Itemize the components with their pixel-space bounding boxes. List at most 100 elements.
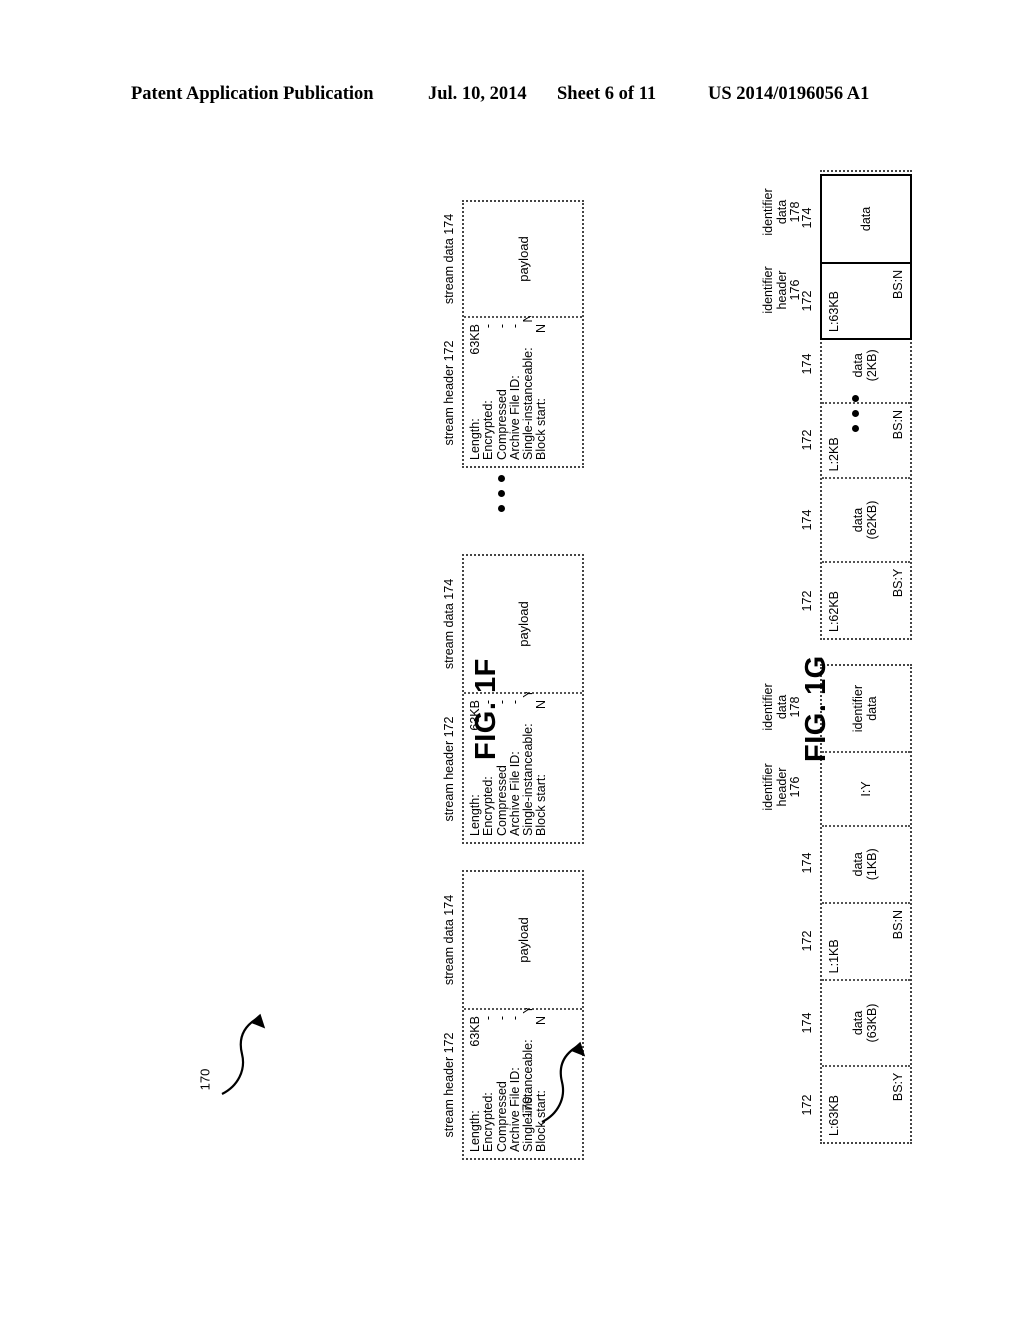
data-size-label: (1KB)	[865, 848, 879, 881]
field-name-single-inst: Single-instanceable:	[521, 347, 535, 460]
stream-data-cell: data (63KB)	[822, 979, 910, 1065]
payload-label: payload	[515, 917, 531, 963]
stream-data-cell: data	[822, 176, 910, 262]
field-name-archive-id: Archive File ID:	[507, 375, 522, 460]
payload-label: payload	[515, 236, 531, 282]
stream-header-cell: L:63KB BS:Y	[822, 1064, 910, 1142]
header-blockstart-label: BS:Y	[891, 568, 905, 598]
field-value-compressed: -	[494, 324, 509, 329]
identifier-data-caption-l1: identifier	[761, 683, 775, 731]
field-value-length: 63KB	[468, 324, 482, 355]
header-length-label: L:63KB	[827, 1094, 841, 1136]
page-header: Patent Application Publication Jul. 10, …	[0, 84, 1024, 114]
identifier-data-label-2: data	[865, 696, 879, 721]
header-length-label: L:1KB	[827, 939, 841, 974]
patent-number: US 2014/0196056 A1	[708, 84, 870, 104]
identifier-header-cell: I:Y	[822, 751, 910, 825]
ref-174: 174	[800, 207, 814, 229]
field-name-encrypted: Encrypted:	[481, 776, 496, 836]
field-name-compressed: Compressed	[494, 389, 509, 460]
data-size-label: (62KB)	[865, 500, 879, 540]
caption-stream-header-2: stream header 172	[442, 716, 456, 822]
header-length-label: L:63KB	[827, 290, 841, 332]
field-name-block-start: Block start:	[534, 398, 549, 460]
stream-group-left: L:63KB BS:Y data (63KB) L:1KB BS:N data …	[820, 664, 912, 1144]
caption-stream-data-n: stream data 174	[442, 213, 456, 305]
ellipsis-dots	[852, 395, 859, 432]
data-label: data	[851, 1010, 866, 1036]
field-name-block-start: Block start:	[534, 774, 549, 836]
stream-header-fields: Length: 63KB Encrypted: - Compressed - Arch…	[464, 313, 582, 466]
field-value-compressed: -	[494, 1016, 509, 1021]
stream-header-cell: Length: 63KB Encrypted: - Compressed - Arch…	[464, 313, 582, 466]
field-value-archive-id: -	[507, 324, 522, 329]
stream-header-cell: L:62KB BS:Y	[822, 560, 910, 638]
ref-172: 172	[800, 930, 814, 952]
field-value-block-start: N	[534, 700, 549, 710]
figure-1f-reference-number: 170	[197, 1068, 213, 1091]
field-name-length: Length:	[468, 1110, 482, 1152]
header-length-label: L:62KB	[827, 590, 841, 632]
ref-172: 172	[800, 290, 814, 312]
field-value-archive-id: -	[507, 700, 522, 705]
ref-172: 172	[800, 590, 814, 612]
ref-174: 174	[800, 852, 814, 874]
field-name-archive-id: Archive File ID:	[507, 751, 522, 836]
field-value-encrypted: -	[481, 324, 496, 329]
header-blockstart-label: BS:Y	[891, 1072, 905, 1102]
figure-1f: Length: 63KB Encrypted: - Compressed - Arch…	[436, 190, 626, 1170]
identifier-data-caption-l2: data	[774, 694, 789, 720]
field-name-length: Length:	[468, 418, 482, 460]
header-blockstart-label: BS:N	[891, 910, 905, 940]
field-value-length: 63KB	[468, 1016, 482, 1047]
stream-header-cell: L:1KB BS:N	[822, 902, 910, 980]
identifier-header-caption-l2: header	[774, 767, 789, 807]
sheet-number: Sheet 6 of 11	[557, 84, 657, 104]
caption-stream-header-1: stream header 172	[442, 1032, 456, 1138]
payload-label: payload	[515, 601, 531, 647]
figure-1f-reference-arrow	[221, 1013, 266, 1095]
identifier-data-label-1: identifier	[851, 685, 866, 733]
ellipsis-dots	[498, 475, 505, 512]
field-value-single-inst: Y	[521, 1005, 535, 1014]
caption-stream-data-1: stream data 174	[442, 894, 456, 986]
field-name-encrypted: Encrypted:	[481, 1092, 496, 1152]
field-value-single-inst: N	[521, 313, 535, 323]
field-name-single-inst: Single-instanceable:	[521, 723, 535, 836]
data-size-label: (63KB)	[865, 1003, 879, 1043]
caption-stream-data-2: stream data 174	[442, 578, 456, 670]
data-label: data	[851, 852, 866, 877]
identifier-data-caption: identifier data 178	[761, 664, 803, 750]
field-value-encrypted: -	[481, 1016, 496, 1021]
field-name-length: Length:	[468, 794, 482, 836]
identifier-flag-label: I:Y	[859, 781, 873, 797]
field-name-compressed: Compressed	[494, 765, 509, 836]
stream-data-cell: data (62KB)	[822, 477, 910, 561]
identifier-header-caption: identifier header 176	[761, 750, 803, 824]
figure-1g-title: FIG. 1G	[800, 655, 832, 762]
ref-172: 172	[800, 1094, 814, 1116]
stream-block-n: Length: 63KB Encrypted: - Compressed - Arch…	[462, 200, 584, 468]
figure-1g-tail: L:63KB BS:N data 172 174	[760, 160, 920, 460]
figure-1g-reference-number: 170	[519, 1096, 535, 1119]
identifier-data-cell: identifier data	[822, 665, 910, 752]
figure-1g-reference-arrow	[541, 1041, 586, 1123]
publication-date: Jul. 10, 2014	[428, 84, 527, 104]
field-name-encrypted: Encrypted:	[481, 400, 496, 460]
stream-data-cell: payload	[464, 872, 582, 1008]
field-value-single-inst: Y	[521, 689, 535, 698]
stream-group-right: L:63KB BS:N data	[820, 174, 912, 340]
ref-174: 174	[800, 509, 814, 531]
field-name-compressed: Compressed	[494, 1081, 509, 1152]
stream-header-cell: L:63KB BS:N	[822, 261, 910, 338]
identifier-header-caption-l1: identifier	[761, 763, 775, 811]
publication-label: Patent Application Publication	[131, 84, 374, 104]
field-value-block-start: N	[534, 324, 549, 334]
stream-data-cell: data (1KB)	[822, 824, 910, 902]
header-blockstart-label: BS:N	[891, 269, 905, 300]
ref-174: 174	[800, 1012, 814, 1034]
field-value-archive-id: -	[507, 1016, 522, 1021]
stream-data-cell: payload	[464, 202, 582, 316]
data-label: data	[851, 507, 866, 533]
caption-stream-header-n: stream header 172	[442, 340, 456, 446]
